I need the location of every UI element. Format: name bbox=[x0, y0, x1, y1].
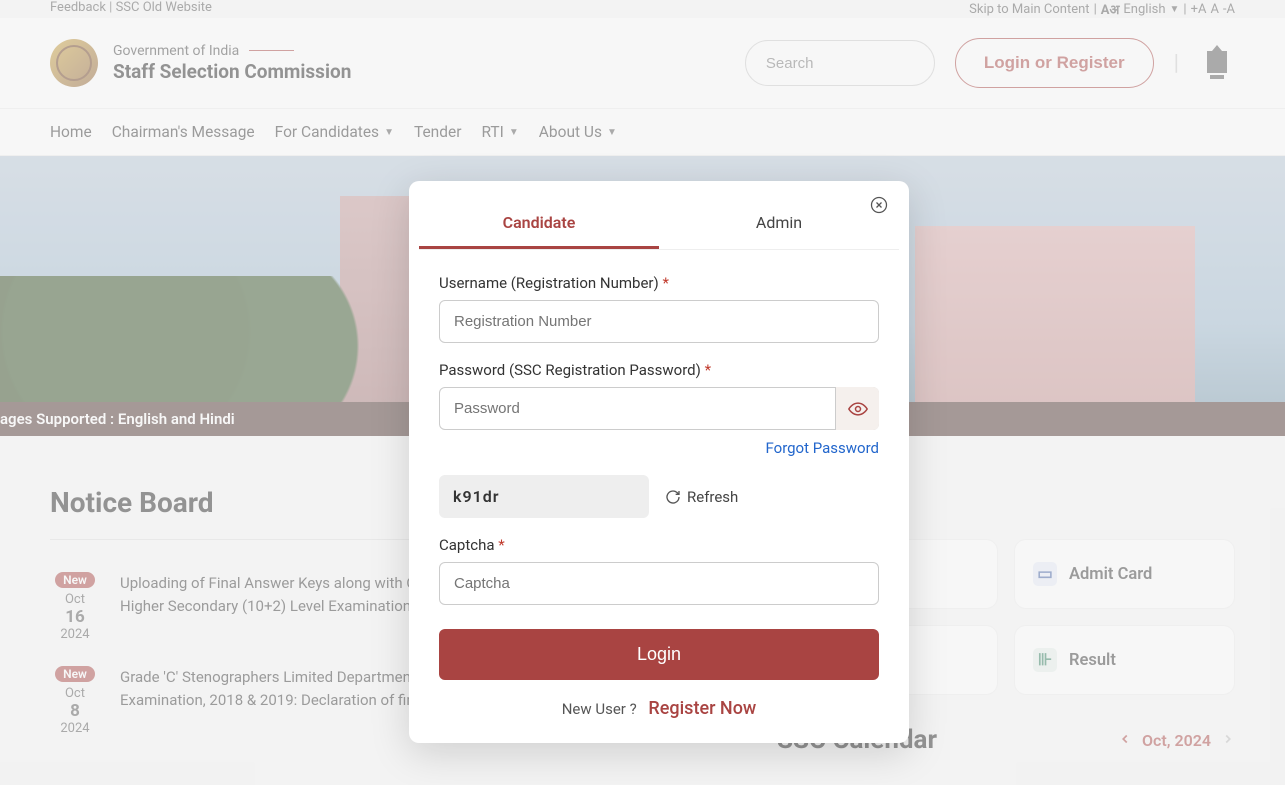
register-now-link[interactable]: Register Now bbox=[648, 698, 756, 719]
close-button[interactable] bbox=[869, 195, 889, 219]
new-user-label: New User ? bbox=[562, 700, 637, 718]
forgot-password-link[interactable]: Forgot Password bbox=[766, 439, 880, 457]
password-label: Password (SSC Registration Password) * bbox=[439, 361, 879, 379]
username-input[interactable] bbox=[439, 300, 879, 343]
tab-admin[interactable]: Admin bbox=[659, 199, 899, 249]
show-password-button[interactable] bbox=[835, 387, 879, 430]
login-button[interactable]: Login bbox=[439, 629, 879, 680]
username-label: Username (Registration Number) * bbox=[439, 274, 879, 292]
captcha-label: Captcha * bbox=[439, 536, 879, 554]
captcha-display: k91dr bbox=[439, 475, 649, 518]
tab-candidate[interactable]: Candidate bbox=[419, 199, 659, 249]
password-input[interactable] bbox=[439, 387, 879, 430]
login-modal: Candidate Admin Username (Registration N… bbox=[409, 181, 909, 743]
refresh-captcha-button[interactable]: Refresh bbox=[665, 488, 738, 506]
captcha-input[interactable] bbox=[439, 562, 879, 605]
